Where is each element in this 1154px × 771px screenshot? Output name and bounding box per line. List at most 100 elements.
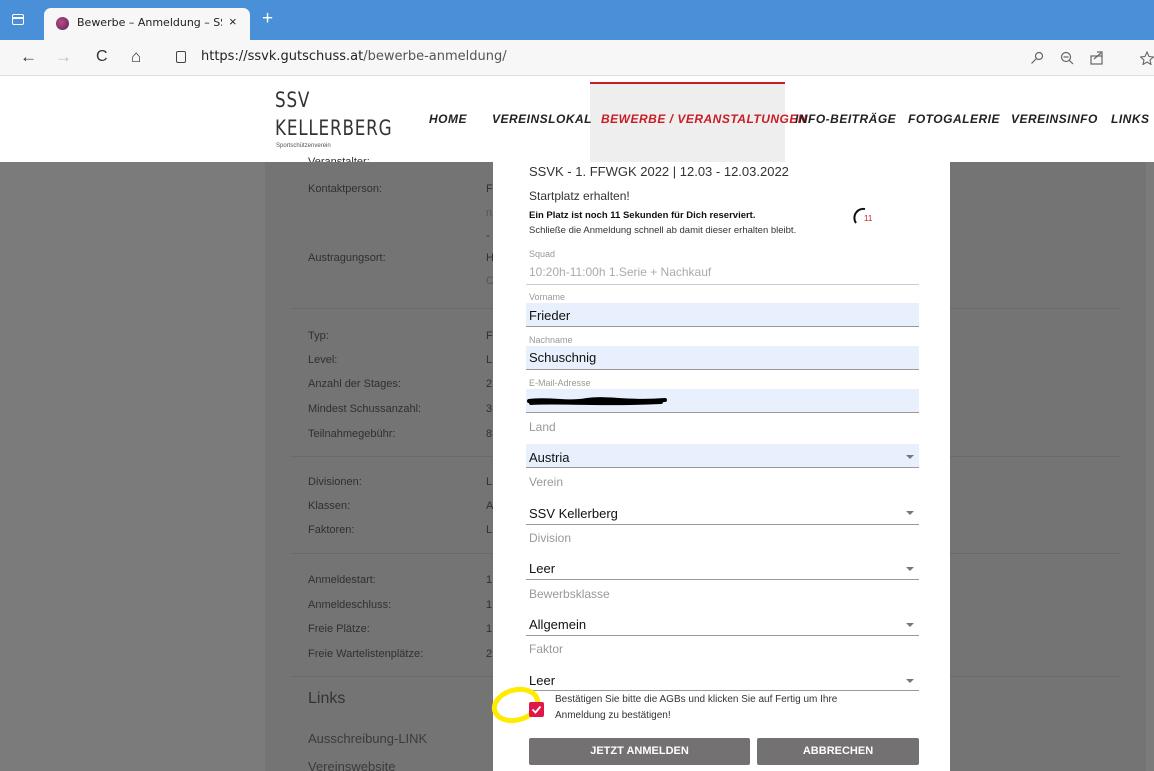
zoom-icon[interactable] xyxy=(1060,51,1074,65)
menu-item-home[interactable]: HOME xyxy=(429,112,467,126)
detail-label-anmeldeschluss: Anmeldeschluss: xyxy=(308,599,392,611)
hint-text: Schließe die Anmeldung schnell ab damit … xyxy=(529,225,797,236)
new-tab-button[interactable]: + xyxy=(262,9,273,29)
detail-value: 1 xyxy=(486,574,493,586)
reload-icon[interactable]: C xyxy=(96,46,108,68)
faktor-label: Faktor xyxy=(529,642,564,656)
menu-item-bewerbe[interactable]: BEWERBE / VERANSTALTUNGEN xyxy=(601,112,807,126)
division-value[interactable]: Leer xyxy=(529,561,555,576)
detail-value: L xyxy=(486,524,493,536)
site-logo-line2[interactable]: KELLERBERG xyxy=(275,116,392,140)
link-ausschreibung[interactable]: Ausschreibung-LINK xyxy=(308,731,427,746)
detail-label-gebuehr: Teilnahmegebühr: xyxy=(308,428,396,440)
links-heading: Links xyxy=(308,690,346,707)
tab-close-icon[interactable]: × xyxy=(229,14,237,29)
division-select-underline xyxy=(526,579,919,580)
favorite-star-icon[interactable] xyxy=(1140,51,1154,65)
detail-label-freie-plaetze: Freie Plätze: xyxy=(308,623,370,635)
detail-value: L xyxy=(486,354,493,366)
klasse-dropdown-icon[interactable] xyxy=(906,623,914,627)
nachname-label: Nachname xyxy=(529,335,573,345)
detail-label-typ: Typ: xyxy=(308,330,329,342)
submit-registration-button[interactable]: JETZT ANMELDEN xyxy=(529,738,750,765)
email-label: E-Mail-Adresse xyxy=(529,378,591,388)
site-info-icon[interactable] xyxy=(176,51,186,63)
detail-value: 8 xyxy=(486,428,493,440)
agb-text-line1: Bestätigen Sie bitte die AGBs und klicke… xyxy=(555,694,838,705)
land-select[interactable] xyxy=(526,444,919,468)
squad-underline xyxy=(526,284,919,285)
squad-label: Squad xyxy=(529,249,556,259)
checkmark-icon xyxy=(531,705,542,714)
browser-tab[interactable]: Bewerbe – Anmeldung – SSV Kel × xyxy=(44,8,250,40)
agb-checkbox[interactable] xyxy=(529,702,544,717)
start-heading: Startplatz erhalten! xyxy=(529,189,630,203)
vorname-value: Frieder xyxy=(529,308,571,323)
klasse-value[interactable]: Allgemein xyxy=(529,617,586,632)
share-icon[interactable] xyxy=(1090,51,1104,65)
tab-actions-icon[interactable] xyxy=(12,14,24,25)
detail-label-faktoren: Faktoren: xyxy=(308,524,355,536)
detail-label-warteliste: Freie Wartelistenplätze: xyxy=(308,648,424,660)
verein-dropdown-icon[interactable] xyxy=(906,511,914,515)
vorname-label: Vorname xyxy=(529,292,566,302)
detail-value: n xyxy=(486,207,493,219)
detail-value: 2 xyxy=(486,648,493,660)
detail-value: 1 xyxy=(486,623,493,635)
nachname-value: Schuschnig xyxy=(529,350,597,365)
detail-label-austragungsort: Austragungsort: xyxy=(308,252,386,264)
division-label: Division xyxy=(529,531,572,545)
event-title: SSVK - 1. FFWGK 2022 | 12.03 - 12.03.202… xyxy=(529,164,789,179)
url-path: /bewerbe-anmeldung/ xyxy=(363,49,507,64)
browser-tab-strip: Bewerbe – Anmeldung – SSV Kel × + xyxy=(0,0,1154,40)
cancel-button[interactable]: ABBRECHEN xyxy=(757,738,919,765)
detail-value: - xyxy=(486,230,490,242)
detail-value: F xyxy=(486,183,493,195)
detail-label-level: Level: xyxy=(308,354,338,366)
division-dropdown-icon[interactable] xyxy=(906,567,914,571)
menu-item-vereinslokal[interactable]: VEREINSLOKAL xyxy=(492,112,592,126)
menu-item-links[interactable]: LINKS xyxy=(1111,112,1150,126)
key-icon[interactable] xyxy=(1030,51,1044,65)
forward-icon[interactable]: → xyxy=(55,46,72,68)
verein-value[interactable]: SSV Kellerberg xyxy=(529,506,618,521)
faktor-select-underline xyxy=(526,690,919,691)
countdown-value: 11 xyxy=(864,214,873,223)
detail-label-klassen: Klassen: xyxy=(308,500,351,512)
detail-value: F xyxy=(486,330,493,342)
vorname-input[interactable] xyxy=(526,303,919,327)
land-label: Land xyxy=(529,420,556,434)
agb-text-line2: Anmeldung zu bestätigen! xyxy=(555,710,671,721)
url-host: https://ssvk.gutschuss.at xyxy=(201,49,364,64)
site-header: SSV KELLERBERG Sportschützenverein HOME … xyxy=(0,76,1154,162)
detail-label-divisionen: Divisionen: xyxy=(308,476,362,488)
squad-value: 10:20h-11:00h 1.Serie + Nachkauf xyxy=(529,265,712,279)
detail-label-anmeldestart: Anmeldestart: xyxy=(308,574,376,586)
email-redaction-scribble xyxy=(527,397,667,406)
verein-select-underline xyxy=(526,524,919,525)
detail-label-stages: Anzahl der Stages: xyxy=(308,378,401,390)
detail-label-veranstalter: Veranstalter: xyxy=(308,156,370,162)
detail-value: 3 xyxy=(486,403,493,415)
klasse-label: Bewerbsklasse xyxy=(529,587,610,601)
detail-value: L xyxy=(486,476,493,488)
land-value: Austria xyxy=(529,450,570,465)
faktor-dropdown-icon[interactable] xyxy=(906,679,914,683)
detail-value: 1 xyxy=(486,599,493,611)
tab-title: Bewerbe – Anmeldung – SSV Kel xyxy=(77,16,222,29)
site-favicon-icon xyxy=(56,17,69,30)
site-logo-line1[interactable]: SSV xyxy=(275,88,310,112)
address-bar: ← → C ⌂ https://ssvk.gutschuss.at/bewerb… xyxy=(0,40,1154,76)
detail-label-kontaktperson: Kontaktperson: xyxy=(308,183,382,195)
verein-label: Verein xyxy=(529,475,564,489)
menu-item-info-beitraege[interactable]: INFO-BEITRÄGE xyxy=(795,112,896,126)
menu-item-vereinsinfo[interactable]: VEREINSINFO xyxy=(1011,112,1098,126)
land-dropdown-icon[interactable] xyxy=(906,455,914,459)
klasse-select-underline xyxy=(526,635,919,636)
url-field[interactable]: https://ssvk.gutschuss.at/bewerbe-anmeld… xyxy=(201,49,507,64)
menu-item-fotogalerie[interactable]: FOTOGALERIE xyxy=(908,112,1000,126)
site-logo-subtitle: Sportschützenverein xyxy=(276,143,331,149)
back-icon[interactable]: ← xyxy=(20,46,37,68)
home-icon[interactable]: ⌂ xyxy=(131,46,141,68)
link-vereinswebsite[interactable]: Vereinswebsite xyxy=(308,759,395,771)
